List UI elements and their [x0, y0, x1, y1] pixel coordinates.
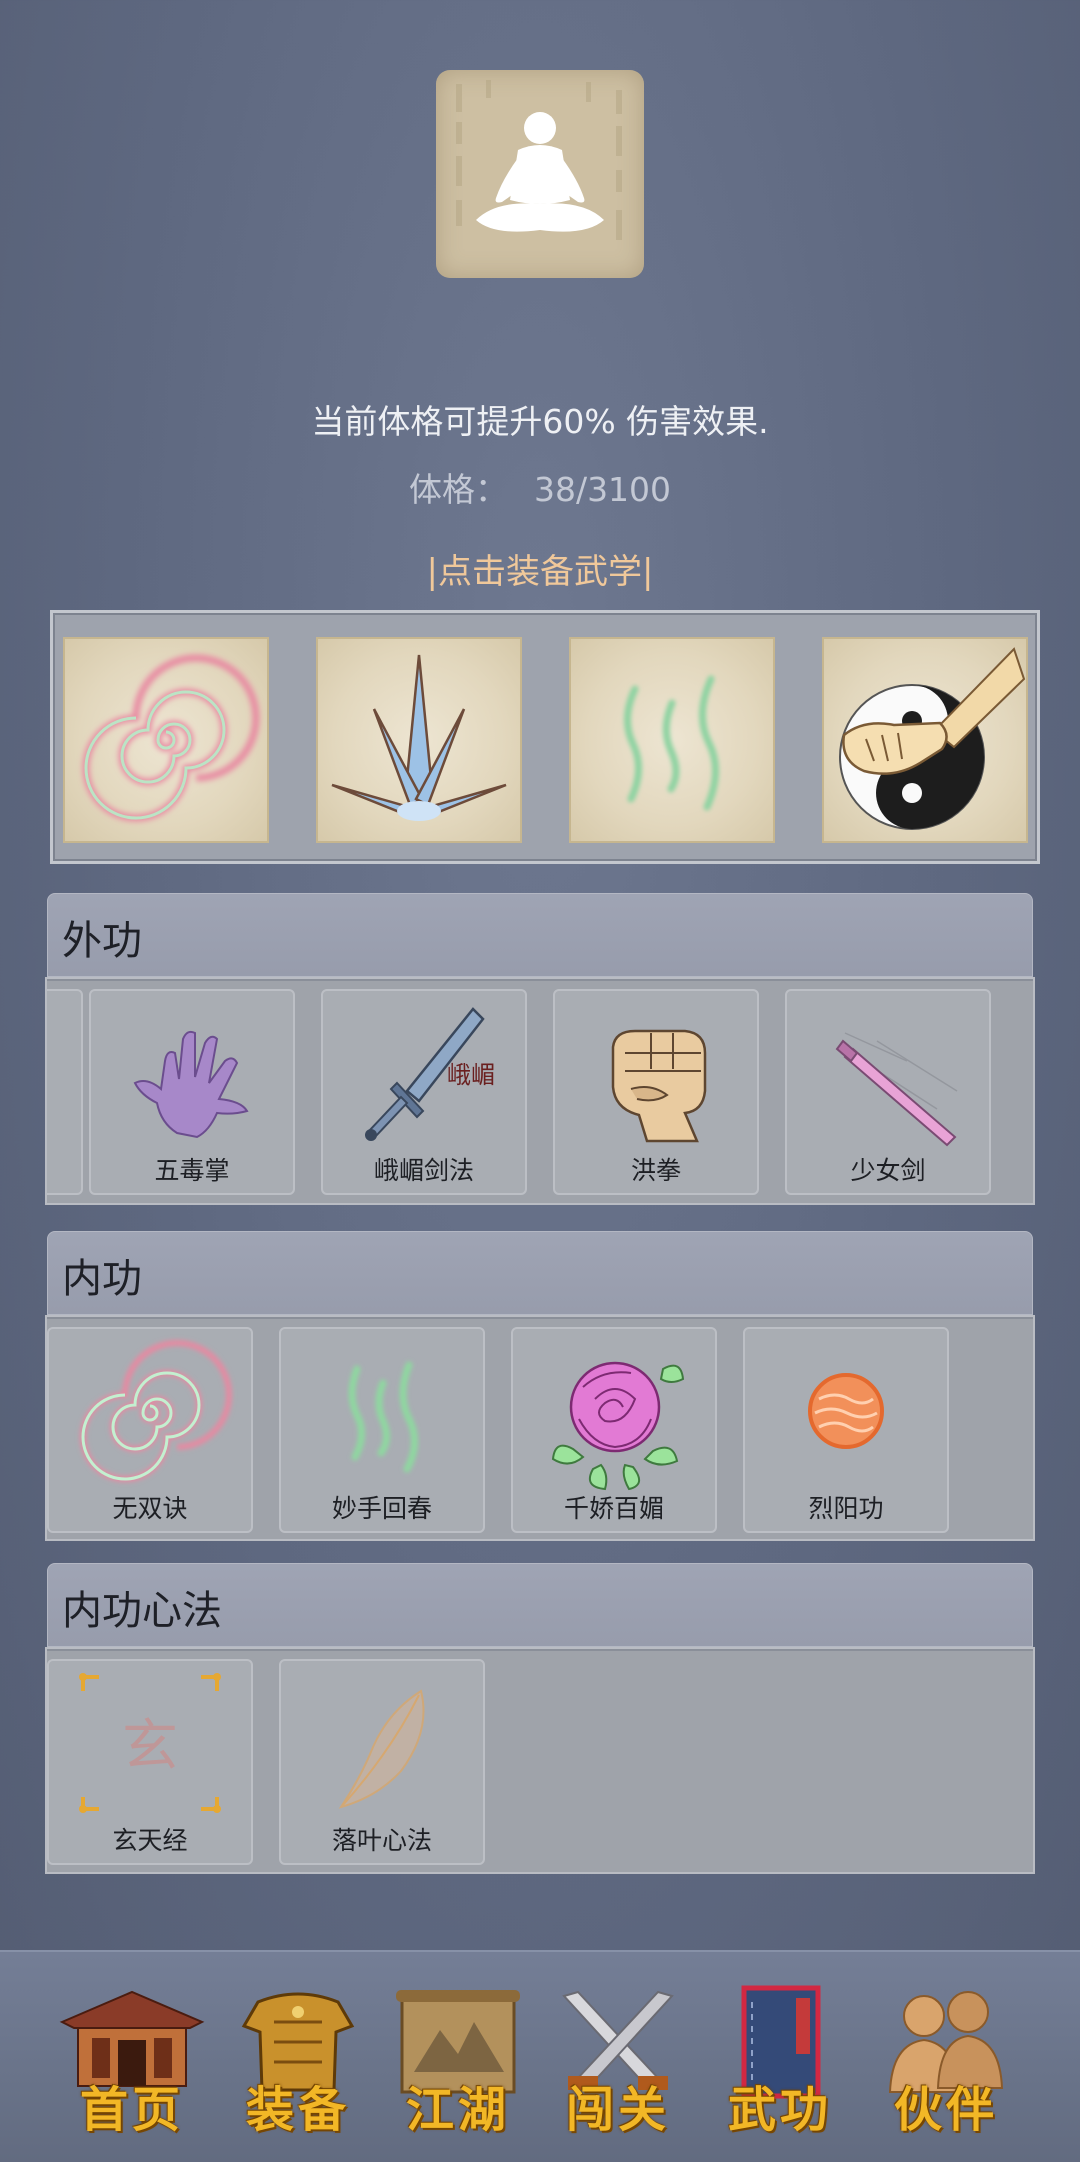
section-neigong-list[interactable]: 无双诀 妙手回春 千娇百媚 烈阳功 — [45, 1315, 1035, 1541]
skill-card-hong-quan[interactable]: 洪拳 — [553, 989, 759, 1195]
nav-home[interactable]: 首页 — [52, 1952, 212, 2162]
equip-slot-3[interactable] — [569, 637, 775, 843]
skill-label: 五毒掌 — [154, 1156, 230, 1185]
nav-label: 伙伴 — [893, 2082, 998, 2138]
ice-crystal-icon — [331, 654, 507, 821]
rose-icon — [551, 1361, 685, 1491]
pink-sword-icon — [835, 1032, 958, 1147]
section-waigong-header: 外功 — [47, 893, 1033, 977]
fist-icon — [611, 1029, 707, 1143]
sun-orb-icon — [808, 1373, 884, 1449]
spiral-qi-icon — [80, 1340, 232, 1482]
nav-partners[interactable]: 伙伴 — [866, 1952, 1026, 2162]
skill-card-luoye-xinfa[interactable]: 落叶心法 — [279, 1659, 485, 1865]
nav-equipment[interactable]: 装备 — [218, 1952, 378, 2162]
equipped-skills-bar — [50, 610, 1040, 864]
skill-label: 无双诀 — [112, 1494, 188, 1523]
stat-description: 当前体格可提升60% 伤害效果. — [311, 402, 769, 441]
skill-label: 洪拳 — [630, 1156, 681, 1185]
section-neigong-header: 内功 — [47, 1231, 1033, 1315]
skill-card-miaoshou-huichun[interactable]: 妙手回春 — [279, 1327, 485, 1533]
skill-card-emei-jianfa[interactable]: 峨嵋 峨嵋剑法 — [321, 989, 527, 1195]
skill-card-wudu-zhang[interactable]: 五毒掌 — [89, 989, 295, 1195]
green-wave-icon — [624, 675, 720, 811]
emei-sword-icon: 峨嵋 — [365, 1007, 495, 1141]
equip-slot-1[interactable] — [63, 637, 269, 843]
skill-label: 少女剑 — [850, 1156, 926, 1185]
falling-leaf-icon — [338, 1689, 425, 1809]
skill-label: 妙手回春 — [331, 1494, 432, 1523]
emei-icon-text: 峨嵋 — [447, 1061, 495, 1089]
section-title: 外功 — [62, 918, 142, 964]
section-xinfa-header: 内功心法 — [47, 1563, 1033, 1647]
portrait-panel — [436, 70, 644, 278]
meditation-figure-icon — [456, 80, 622, 240]
skill-card-xuantian-jing[interactable]: 玄 玄天经 — [47, 1659, 253, 1865]
nav-jianghu[interactable]: 江湖 — [378, 1952, 538, 2162]
skill-label: 玄天经 — [112, 1826, 188, 1855]
equip-slot-2[interactable] — [316, 637, 522, 843]
nav-label: 武功 — [727, 2082, 832, 2138]
stat-value: 38/3100 — [533, 470, 672, 509]
skill-label: 峨嵋剑法 — [373, 1156, 474, 1185]
equip-slot-4[interactable] — [822, 637, 1028, 843]
nav-label: 首页 — [79, 2082, 184, 2138]
nav-label: 闯关 — [565, 2082, 670, 2138]
bottom-nav: 首页 装备 江湖 闯关 武功 伙伴 — [0, 1950, 1080, 2162]
skill-label: 千娇百媚 — [563, 1494, 664, 1523]
xuan-icon-text: 玄 — [122, 1714, 178, 1779]
skill-card-qianjiao-baimei[interactable]: 千娇百媚 — [511, 1327, 717, 1533]
taiji-fist-icon — [839, 647, 1026, 830]
equip-martial-link[interactable]: |点击装备武学| — [0, 544, 1080, 593]
section-title: 内功 — [62, 1256, 142, 1302]
nav-label: 江湖 — [405, 2082, 510, 2138]
skill-card-lieyang-gong[interactable]: 烈阳功 — [743, 1327, 949, 1533]
stat-label: 体格： — [408, 470, 508, 509]
green-wave-icon — [348, 1361, 418, 1473]
section-title: 内功心法 — [62, 1588, 222, 1634]
nav-label: 装备 — [245, 2082, 350, 2138]
xuan-scroll-icon: 玄 — [79, 1673, 221, 1813]
stat-line: 体格： 38/3100 — [0, 463, 1080, 511]
skill-card-wushuang-jue[interactable]: 无双诀 — [47, 1327, 253, 1533]
skill-label: 烈阳功 — [808, 1494, 884, 1523]
nav-martial-arts[interactable]: 武功 — [700, 1952, 860, 2162]
spiral-qi-icon — [82, 654, 260, 822]
section-waigong-list[interactable]: 五毒掌 峨嵋 峨嵋剑法 洪拳 少女剑 — [45, 977, 1035, 1205]
nav-challenge[interactable]: 闯关 — [538, 1952, 698, 2162]
skill-card-partial[interactable] — [47, 989, 83, 1195]
purple-hand-icon — [133, 1030, 249, 1139]
skill-label: 落叶心法 — [331, 1826, 432, 1855]
section-xinfa-list[interactable]: 玄 玄天经 落叶心法 — [45, 1647, 1035, 1874]
skill-card-shaonv-jian[interactable]: 少女剑 — [785, 989, 991, 1195]
